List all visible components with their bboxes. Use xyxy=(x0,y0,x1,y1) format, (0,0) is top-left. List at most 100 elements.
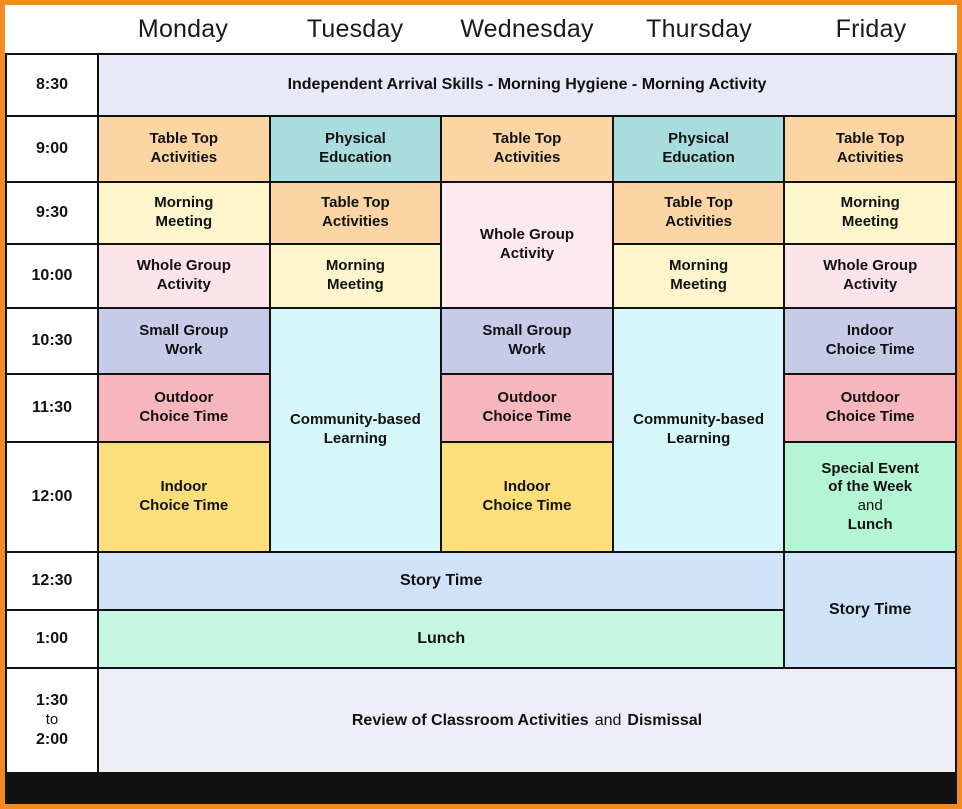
cell-wed-1130-outdoor-choice-time[interactable]: Outdoor Choice Time xyxy=(442,375,614,443)
cell-line-1: Community-based xyxy=(633,411,765,429)
cell-line-2: Meeting xyxy=(841,213,899,230)
cell-line-1: Physical xyxy=(668,130,730,148)
cell-line-2: Meeting xyxy=(327,276,384,293)
cell-mon-900-table-top[interactable]: Table Top Activities xyxy=(99,117,271,183)
time-label-130-to-200: 1:30 to 2:00 xyxy=(7,669,99,774)
cell-line-2: Activities xyxy=(150,149,218,166)
cell-wed-900-table-top[interactable]: Table Top Activities xyxy=(442,117,614,183)
cell-line-1: Morning xyxy=(669,257,729,275)
cell-tue-1030-community-based-learning[interactable]: Community-based Learning xyxy=(270,309,443,553)
day-header-wednesday: Wednesday xyxy=(460,14,594,43)
review-part-3: Dismissal xyxy=(627,711,703,729)
time-label-1130: 11:30 xyxy=(7,375,99,443)
cell-line-2: Choice Time xyxy=(482,408,572,425)
day-header-friday: Friday xyxy=(835,14,907,43)
cell-fri-1000-whole-group-activity[interactable]: Whole Group Activity xyxy=(785,245,957,309)
cell-line-2: Choice Time xyxy=(825,341,915,358)
cell-line-2: Activity xyxy=(843,276,898,293)
cell-tue-900-physical-education[interactable]: Physical Education xyxy=(270,117,443,183)
schedule-grid: 8:30 Independent Arrival Skills - Mornin… xyxy=(5,53,957,804)
cell-line-2: Work xyxy=(165,341,203,358)
cell-line-1: Small Group xyxy=(139,322,229,340)
cell-line-2: Activity xyxy=(156,276,211,293)
cell-fri-1030-indoor-choice-time[interactable]: Indoor Choice Time xyxy=(785,309,957,375)
cell-line-1: Indoor xyxy=(503,478,551,496)
cell-line-1: Whole Group xyxy=(823,257,918,275)
time-label-830: 8:30 xyxy=(7,55,99,117)
time-label-1230: 12:30 xyxy=(7,553,99,611)
cell-wed-1030-small-group-work[interactable]: Small Group Work xyxy=(442,309,614,375)
cell-line-1: Physical xyxy=(324,130,386,148)
time-label-1030: 10:30 xyxy=(7,309,99,375)
cell-tue-1000-morning-meeting[interactable]: Morning Meeting xyxy=(270,245,443,309)
cell-line-1: Community-based xyxy=(289,411,421,429)
cell-wed-930-whole-group-activity[interactable]: Whole Group Activity xyxy=(442,183,614,309)
review-part-1: Review of Classroom Activities xyxy=(351,711,589,729)
cell-line-2: Education xyxy=(662,149,735,166)
cell-fri-900-table-top[interactable]: Table Top Activities xyxy=(785,117,957,183)
cell-mon-1130-outdoor-choice-time[interactable]: Outdoor Choice Time xyxy=(99,375,271,443)
cell-line-2: Learning xyxy=(323,430,388,447)
time-column-spacer xyxy=(5,5,97,53)
cell-line-1: Whole Group xyxy=(479,226,575,244)
cell-line-2: Education xyxy=(319,149,392,166)
cell-line-2: Choice Time xyxy=(139,497,229,514)
cell-line-2: Choice Time xyxy=(825,408,915,425)
cell-mon-1200-indoor-choice-time[interactable]: Indoor Choice Time xyxy=(99,443,271,553)
cell-1230-story-time[interactable]: Story Time xyxy=(99,553,786,611)
cell-line-1: Special Event xyxy=(821,459,919,477)
cell-line-2: of the Week xyxy=(828,478,913,496)
cell-line-2: Activities xyxy=(322,213,389,230)
cell-fri-1130-outdoor-choice-time[interactable]: Outdoor Choice Time xyxy=(785,375,957,443)
cell-line-1: Small Group xyxy=(482,322,572,340)
day-header-monday: Monday xyxy=(137,14,229,43)
cell-tue-930-table-top[interactable]: Table Top Activities xyxy=(270,183,443,245)
cell-line-1: Indoor xyxy=(160,478,208,496)
cell-fri-1230-story-time[interactable]: Story Time xyxy=(785,553,957,669)
cell-thu-1030-community-based-learning[interactable]: Community-based Learning xyxy=(613,309,786,553)
time-separator: to xyxy=(45,711,59,729)
cell-thu-930-table-top[interactable]: Table Top Activities xyxy=(613,183,786,245)
cell-fri-930-morning-meeting[interactable]: Morning Meeting xyxy=(785,183,957,245)
day-header-tuesday: Tuesday xyxy=(306,14,404,43)
time-label-1000: 10:00 xyxy=(7,245,99,309)
time-end: 2:00 xyxy=(35,730,69,748)
cell-line-2: Activities xyxy=(665,213,732,230)
cell-line-2: Meeting xyxy=(155,213,213,230)
cell-line-2: Activity xyxy=(499,245,555,262)
cell-100-lunch[interactable]: Lunch xyxy=(99,611,786,669)
cell-line-1: Whole Group xyxy=(136,257,231,275)
time-label-900: 9:00 xyxy=(7,117,99,183)
cell-mon-930-morning-meeting[interactable]: Morning Meeting xyxy=(99,183,271,245)
cell-line-1: Table Top xyxy=(664,194,733,212)
cell-line-2: Work xyxy=(508,341,546,358)
cell-line-1: Morning xyxy=(325,257,385,275)
cell-line-1: Table Top xyxy=(835,130,905,148)
cell-line-1: Outdoor xyxy=(497,389,557,407)
cell-line-1: Table Top xyxy=(321,194,390,212)
cell-line-1: Indoor xyxy=(846,322,894,340)
cell-fri-1200-special-event-and-lunch[interactable]: Special Event of the Week and Lunch xyxy=(785,443,957,553)
cell-mon-1030-small-group-work[interactable]: Small Group Work xyxy=(99,309,271,375)
time-label-930: 9:30 xyxy=(7,183,99,245)
cell-line-2: Meeting xyxy=(670,276,727,293)
cell-line-1: Table Top xyxy=(149,130,219,148)
cell-thu-900-physical-education[interactable]: Physical Education xyxy=(613,117,786,183)
time-start: 1:30 xyxy=(35,692,69,710)
cell-review-and-dismissal[interactable]: Review of Classroom Activities and Dismi… xyxy=(99,669,957,774)
cell-line-1: Morning xyxy=(840,194,900,212)
cell-wed-1200-indoor-choice-time[interactable]: Indoor Choice Time xyxy=(442,443,614,553)
cell-line-3: and xyxy=(857,497,883,514)
cell-thu-1000-morning-meeting[interactable]: Morning Meeting xyxy=(613,245,786,309)
cell-line-2: Activities xyxy=(836,149,904,166)
cell-mon-1000-whole-group-activity[interactable]: Whole Group Activity xyxy=(99,245,271,309)
cell-line-2: Choice Time xyxy=(482,497,572,514)
day-header-thursday: Thursday xyxy=(646,14,752,43)
cell-arrival-skills[interactable]: Independent Arrival Skills - Morning Hyg… xyxy=(99,55,957,117)
review-part-2: and xyxy=(594,711,622,729)
weekly-schedule-page: Monday Tuesday Wednesday Thursday Friday… xyxy=(0,0,962,809)
day-header-row: Monday Tuesday Wednesday Thursday Friday xyxy=(5,5,957,53)
cell-line-2: Learning xyxy=(666,430,731,447)
time-label-100: 1:00 xyxy=(7,611,99,669)
cell-line-1: Morning xyxy=(154,194,214,212)
